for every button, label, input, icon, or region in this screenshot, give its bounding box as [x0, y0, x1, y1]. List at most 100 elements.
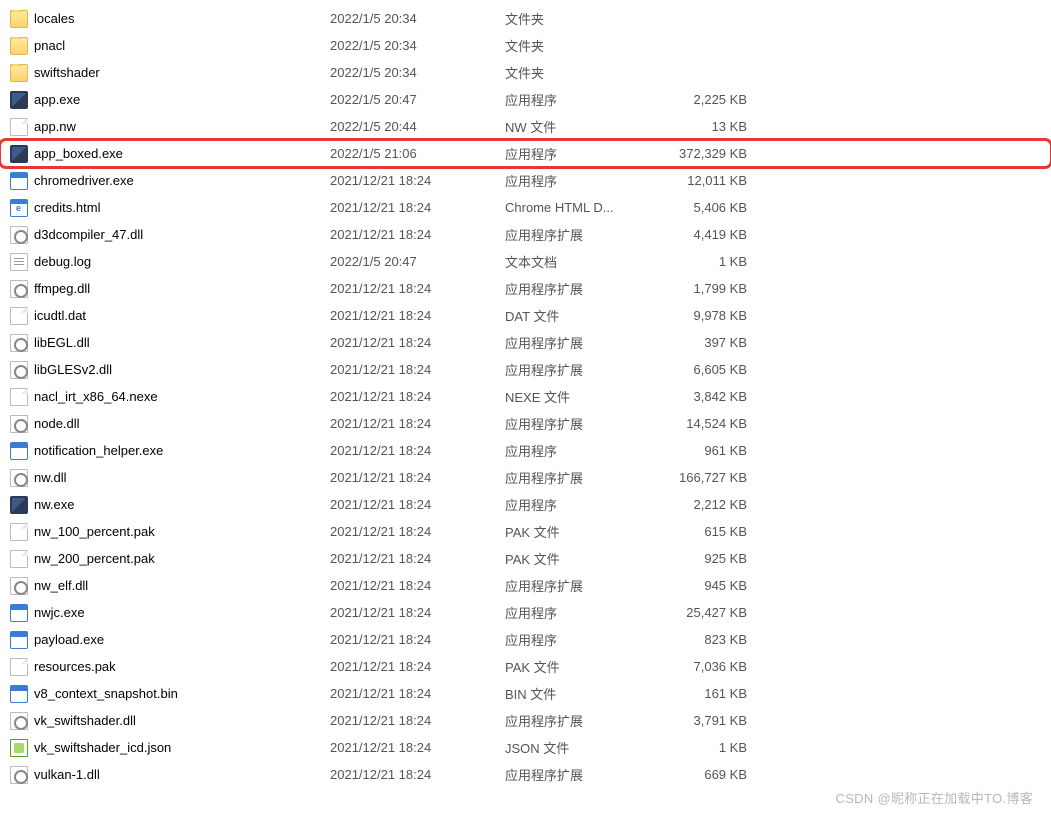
file-row[interactable]: nw_200_percent.pak2021/12/21 18:24PAK 文件…: [0, 545, 1051, 572]
file-size: 5,406 KB: [655, 200, 755, 215]
file-row[interactable]: ffmpeg.dll2021/12/21 18:24应用程序扩展1,799 KB: [0, 275, 1051, 302]
file-name: nw.exe: [34, 497, 74, 512]
file-row[interactable]: resources.pak2021/12/21 18:24PAK 文件7,036…: [0, 653, 1051, 680]
file-row[interactable]: libEGL.dll2021/12/21 18:24应用程序扩展397 KB: [0, 329, 1051, 356]
file-name: credits.html: [34, 200, 100, 215]
file-name-cell[interactable]: locales: [10, 10, 330, 28]
file-date: 2021/12/21 18:24: [330, 686, 505, 701]
file-name-cell[interactable]: ffmpeg.dll: [10, 280, 330, 298]
file-row[interactable]: locales2022/1/5 20:34文件夹: [0, 5, 1051, 32]
file-row[interactable]: d3dcompiler_47.dll2021/12/21 18:24应用程序扩展…: [0, 221, 1051, 248]
file-name-cell[interactable]: resources.pak: [10, 658, 330, 676]
file-date: 2022/1/5 20:44: [330, 119, 505, 134]
file-name: libEGL.dll: [34, 335, 90, 350]
file-row[interactable]: app.nw2022/1/5 20:44NW 文件13 KB: [0, 113, 1051, 140]
file-row[interactable]: vk_swiftshader_icd.json2021/12/21 18:24J…: [0, 734, 1051, 761]
file-date: 2022/1/5 20:47: [330, 92, 505, 107]
file-row[interactable]: app_boxed.exe2022/1/5 21:06应用程序372,329 K…: [0, 140, 1051, 167]
file-name: node.dll: [34, 416, 80, 431]
file-name-cell[interactable]: notification_helper.exe: [10, 442, 330, 460]
file-type: 文本文档: [505, 252, 655, 271]
file-row[interactable]: notification_helper.exe2021/12/21 18:24应…: [0, 437, 1051, 464]
file-type: 应用程序扩展: [505, 414, 655, 433]
file-size: 12,011 KB: [655, 173, 755, 188]
file-name-cell[interactable]: nwjc.exe: [10, 604, 330, 622]
file-type: 应用程序: [505, 171, 655, 190]
file-name-cell[interactable]: node.dll: [10, 415, 330, 433]
file-name-cell[interactable]: vk_swiftshader.dll: [10, 712, 330, 730]
file-size: 1,799 KB: [655, 281, 755, 296]
file-row[interactable]: nwjc.exe2021/12/21 18:24应用程序25,427 KB: [0, 599, 1051, 626]
file-name-cell[interactable]: nacl_irt_x86_64.nexe: [10, 388, 330, 406]
file-icon: [10, 388, 28, 406]
file-row[interactable]: v8_context_snapshot.bin2021/12/21 18:24B…: [0, 680, 1051, 707]
file-name-cell[interactable]: nw_elf.dll: [10, 577, 330, 595]
file-row[interactable]: credits.html2021/12/21 18:24Chrome HTML …: [0, 194, 1051, 221]
file-name-cell[interactable]: vulkan-1.dll: [10, 766, 330, 784]
file-row[interactable]: nw_elf.dll2021/12/21 18:24应用程序扩展945 KB: [0, 572, 1051, 599]
file-name-cell[interactable]: app.nw: [10, 118, 330, 136]
file-name-cell[interactable]: chromedriver.exe: [10, 172, 330, 190]
file-row[interactable]: icudtl.dat2021/12/21 18:24DAT 文件9,978 KB: [0, 302, 1051, 329]
file-type: 应用程序扩展: [505, 360, 655, 379]
file-name: nw_200_percent.pak: [34, 551, 155, 566]
dll-icon: [10, 280, 28, 298]
file-name-cell[interactable]: nw_100_percent.pak: [10, 523, 330, 541]
dll-icon: [10, 361, 28, 379]
file-row[interactable]: nw.exe2021/12/21 18:24应用程序2,212 KB: [0, 491, 1051, 518]
file-size: 372,329 KB: [655, 146, 755, 161]
dll-icon: [10, 577, 28, 595]
file-name-cell[interactable]: v8_context_snapshot.bin: [10, 685, 330, 703]
file-row[interactable]: node.dll2021/12/21 18:24应用程序扩展14,524 KB: [0, 410, 1051, 437]
dll-icon: [10, 226, 28, 244]
file-name-cell[interactable]: vk_swiftshader_icd.json: [10, 739, 330, 757]
file-row[interactable]: nw.dll2021/12/21 18:24应用程序扩展166,727 KB: [0, 464, 1051, 491]
file-name-cell[interactable]: icudtl.dat: [10, 307, 330, 325]
file-name: swiftshader: [34, 65, 100, 80]
file-row[interactable]: debug.log2022/1/5 20:47文本文档1 KB: [0, 248, 1051, 275]
file-row[interactable]: pnacl2022/1/5 20:34文件夹: [0, 32, 1051, 59]
file-row[interactable]: libGLESv2.dll2021/12/21 18:24应用程序扩展6,605…: [0, 356, 1051, 383]
file-size: 6,605 KB: [655, 362, 755, 377]
json-icon: [10, 739, 28, 757]
file-row[interactable]: chromedriver.exe2021/12/21 18:24应用程序12,0…: [0, 167, 1051, 194]
file-type: 应用程序: [505, 603, 655, 622]
file-name: vk_swiftshader_icd.json: [34, 740, 171, 755]
file-name-cell[interactable]: payload.exe: [10, 631, 330, 649]
file-date: 2022/1/5 21:06: [330, 146, 505, 161]
file-date: 2021/12/21 18:24: [330, 227, 505, 242]
file-date: 2021/12/21 18:24: [330, 200, 505, 215]
file-type: 文件夹: [505, 63, 655, 82]
file-list: locales2022/1/5 20:34文件夹pnacl2022/1/5 20…: [0, 0, 1051, 788]
file-row[interactable]: vk_swiftshader.dll2021/12/21 18:24应用程序扩展…: [0, 707, 1051, 734]
file-name-cell[interactable]: nw_200_percent.pak: [10, 550, 330, 568]
file-name-cell[interactable]: app_boxed.exe: [10, 145, 330, 163]
file-name-cell[interactable]: swiftshader: [10, 64, 330, 82]
file-date: 2021/12/21 18:24: [330, 281, 505, 296]
file-row[interactable]: swiftshader2022/1/5 20:34文件夹: [0, 59, 1051, 86]
file-name: vk_swiftshader.dll: [34, 713, 136, 728]
file-name-cell[interactable]: debug.log: [10, 253, 330, 271]
file-date: 2021/12/21 18:24: [330, 416, 505, 431]
file-name-cell[interactable]: libEGL.dll: [10, 334, 330, 352]
file-name: vulkan-1.dll: [34, 767, 100, 782]
file-name-cell[interactable]: pnacl: [10, 37, 330, 55]
file-name-cell[interactable]: nw.dll: [10, 469, 330, 487]
file-row[interactable]: app.exe2022/1/5 20:47应用程序2,225 KB: [0, 86, 1051, 113]
file-name-cell[interactable]: d3dcompiler_47.dll: [10, 226, 330, 244]
file-row[interactable]: nw_100_percent.pak2021/12/21 18:24PAK 文件…: [0, 518, 1051, 545]
file-name-cell[interactable]: credits.html: [10, 199, 330, 217]
file-name: d3dcompiler_47.dll: [34, 227, 143, 242]
file-name: app.exe: [34, 92, 80, 107]
file-row[interactable]: vulkan-1.dll2021/12/21 18:24应用程序扩展669 KB: [0, 761, 1051, 788]
file-name-cell[interactable]: app.exe: [10, 91, 330, 109]
file-size: 3,842 KB: [655, 389, 755, 404]
file-name-cell[interactable]: nw.exe: [10, 496, 330, 514]
file-icon: [10, 118, 28, 136]
file-name-cell[interactable]: libGLESv2.dll: [10, 361, 330, 379]
file-type: NW 文件: [505, 117, 655, 136]
file-row[interactable]: nacl_irt_x86_64.nexe2021/12/21 18:24NEXE…: [0, 383, 1051, 410]
file-row[interactable]: payload.exe2021/12/21 18:24应用程序823 KB: [0, 626, 1051, 653]
file-name: notification_helper.exe: [34, 443, 163, 458]
exe-win-icon: [10, 631, 28, 649]
